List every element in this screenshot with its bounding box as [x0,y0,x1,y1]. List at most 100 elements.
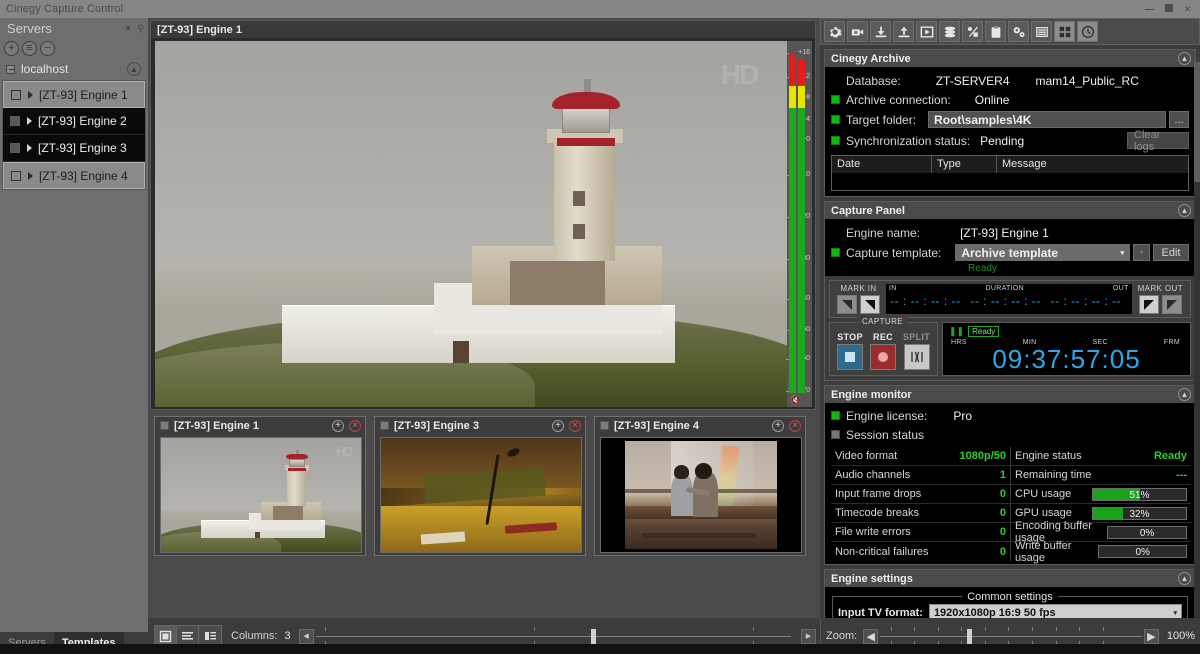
clear-logs-button[interactable]: Clear logs [1127,132,1189,149]
metric-row: Video format 1080p/50 [831,447,1011,466]
metric-value: 1080p/50 [960,450,1006,462]
log-col-type[interactable]: Type [932,156,997,173]
maximize-button[interactable] [1165,4,1173,15]
columns-slider-knob[interactable] [591,629,596,644]
close-icon[interactable]: × [349,420,361,432]
capture-controls-row: CAPTURE STOP REC [829,322,1191,376]
target-folder-field[interactable]: Root\samples\4K [928,111,1166,128]
engine-checkbox[interactable] [10,143,20,153]
close-icon[interactable]: × [789,420,801,432]
settings-icon[interactable] [824,21,845,42]
stop-label: STOP [837,332,863,342]
chevron-down-icon[interactable]: ▾ [126,23,131,34]
chevron-down-icon[interactable]: ▾ [1173,609,1177,617]
play-icon[interactable] [916,21,937,42]
zoom-slider-knob[interactable] [967,629,972,644]
edit-button[interactable]: Edit [1153,244,1189,261]
video-scene-fountain [601,438,801,552]
chevron-up-icon[interactable]: ▲ [1178,204,1191,217]
expand-triangle-icon[interactable] [28,91,33,99]
log-col-message[interactable]: Message [997,156,1188,173]
sidebar-item-engine-2[interactable]: [ZT-93] Engine 2 [3,108,145,135]
sidebar-item-engine-4[interactable]: [ZT-93] Engine 4 [3,162,145,189]
browse-button[interactable]: ... [1169,111,1189,128]
sidebar-item-engine-3[interactable]: [ZT-93] Engine 3 [3,135,145,162]
close-icon[interactable]: × [569,420,581,432]
main-preview-video[interactable]: HD [155,41,789,407]
log-col-date[interactable]: Date [832,156,932,173]
filter-icon[interactable] [1133,244,1150,261]
timecode-strip[interactable]: IN DURATION OUT -- : -- : -- : -- -- : -… [886,284,1132,314]
video-scene-lighthouse: HD [161,438,361,552]
chevron-up-icon[interactable]: ▲ [1178,572,1191,585]
mark-in-clear-button[interactable] [837,295,857,314]
expand-box-icon[interactable] [6,65,15,74]
mark-in-set-button[interactable] [860,295,880,314]
engine-checkbox[interactable] [11,90,21,100]
chevron-up-icon[interactable]: ▲ [1178,388,1191,401]
clock-icon[interactable] [1077,21,1098,42]
server-list-button[interactable]: ≡ [22,41,37,56]
add-icon[interactable]: + [772,420,784,432]
columns-increase-button[interactable]: ▶ [801,629,816,644]
chevron-up-icon[interactable]: ▲ [1178,52,1191,65]
add-icon[interactable]: + [552,420,564,432]
engine-license-value: Pro [953,409,972,423]
thumbnail-video[interactable] [600,437,802,553]
engine-checkbox[interactable] [10,116,20,126]
add-server-button[interactable]: + [4,41,19,56]
template-status: Ready [831,263,1189,274]
tc-out-value[interactable]: -- : -- : -- : -- [1045,294,1121,308]
thumbnail-video[interactable] [380,437,582,553]
speaker-mute-icon[interactable]: 🔇 [790,395,801,406]
chevron-up-icon[interactable]: ▲ [127,62,141,76]
expand-triangle-icon[interactable] [27,144,32,152]
mark-out-group: MARK OUT [1134,284,1187,314]
rec-button[interactable] [870,344,896,370]
camera-icon[interactable] [847,21,868,42]
log-table-header: Date Type Message [832,156,1188,173]
percent-icon[interactable] [962,21,983,42]
chevron-down-icon[interactable]: ▾ [1120,249,1124,257]
sidebar-item-engine-1[interactable]: [ZT-93] Engine 1 [3,81,145,108]
mark-out-clear-button[interactable] [1162,295,1182,314]
tc-duration-value[interactable]: -- : -- : -- : -- [964,294,1040,308]
cinegy-archive-group: Cinegy Archive ▲ Database: ZT-SERVER4 ma… [824,49,1196,197]
servers-panel-header: Servers ▾ ⚲ [0,18,148,38]
thumbnail-engine-1[interactable]: [ZT-93] Engine 1 + × HD [154,416,366,556]
import-icon[interactable] [870,21,891,42]
columns-decrease-button[interactable]: ◀ [299,629,314,644]
thumbnail-checkbox[interactable] [380,421,389,430]
stop-button[interactable] [837,344,863,370]
pin-icon[interactable]: ⚲ [137,23,144,34]
gears-icon[interactable] [1008,21,1029,42]
thumbnail-checkbox[interactable] [160,421,169,430]
zoom-decrease-button[interactable]: ◀ [863,629,878,644]
close-button[interactable]: × [1184,3,1191,15]
minimize-button[interactable] [1145,4,1154,15]
thumbnail-engine-3[interactable]: [ZT-93] Engine 3 + × [374,416,586,556]
tc-in-value[interactable]: -- : -- : -- : -- [890,294,960,308]
zoom-increase-button[interactable]: ▶ [1144,629,1159,644]
database-icon[interactable] [939,21,960,42]
thumbnail-checkbox[interactable] [600,421,609,430]
expand-triangle-icon[interactable] [28,172,33,180]
clipboard-icon[interactable] [985,21,1006,42]
split-button[interactable] [904,344,930,370]
right-panel-scrollbar[interactable] [1194,62,1200,636]
thumbnail-engine-4[interactable]: [ZT-93] Engine 4 + × [594,416,806,556]
scrollbar-thumb[interactable] [1194,62,1200,182]
mark-out-set-button[interactable] [1139,295,1159,314]
host-row[interactable]: localhost ▲ [0,58,148,80]
remove-server-button[interactable]: − [40,41,55,56]
expand-triangle-icon[interactable] [27,117,32,125]
add-icon[interactable]: + [332,420,344,432]
metric-value: --- [1176,469,1187,481]
capture-template-select[interactable]: Archive template ▾ [955,244,1130,261]
grid-icon[interactable] [1054,21,1075,42]
list-icon[interactable] [1031,21,1052,42]
engine-checkbox[interactable] [11,171,21,181]
thumbnail-video[interactable]: HD [160,437,362,553]
export-icon[interactable] [893,21,914,42]
metric-value: 1 [1000,469,1006,481]
